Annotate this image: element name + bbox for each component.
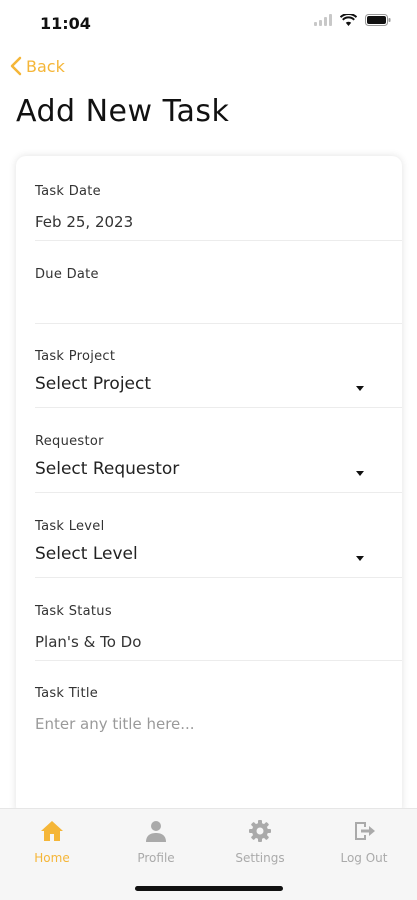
- task-title-input[interactable]: Enter any title here...: [35, 715, 402, 733]
- tab-profile-label: Profile: [137, 851, 175, 865]
- person-icon: [146, 821, 166, 842]
- tab-profile[interactable]: Profile: [104, 819, 208, 865]
- page-title: Add New Task: [16, 94, 230, 129]
- requestor-select[interactable]: Requestor Select Requestor: [35, 434, 402, 493]
- dropdown-caret-icon: [356, 471, 364, 476]
- due-date-field[interactable]: Due Date: [35, 267, 402, 324]
- requestor-label: Requestor: [35, 434, 104, 449]
- task-level-label: Task Level: [35, 519, 105, 534]
- status-time: 11:04: [40, 14, 91, 33]
- battery-icon: [365, 14, 391, 26]
- task-status-label: Task Status: [35, 604, 112, 619]
- task-title-label: Task Title: [35, 686, 99, 701]
- due-date-label: Due Date: [35, 267, 99, 282]
- wifi-icon: [340, 14, 357, 26]
- dropdown-caret-icon: [356, 386, 364, 391]
- task-status-field[interactable]: Task Status Plan's & To Do: [35, 604, 402, 661]
- gear-icon: [249, 820, 271, 842]
- home-icon: [41, 821, 63, 841]
- back-label: Back: [26, 56, 65, 76]
- tab-home-label: Home: [34, 851, 70, 865]
- dropdown-caret-icon: [356, 556, 364, 561]
- task-project-label: Task Project: [35, 349, 116, 364]
- status-icons: [314, 14, 391, 26]
- home-indicator: [135, 886, 283, 891]
- signal-icon: [314, 14, 332, 26]
- logout-icon: [355, 822, 375, 840]
- chevron-left-icon: [10, 56, 22, 76]
- task-level-value: Select Level: [35, 544, 138, 564]
- task-project-select[interactable]: Task Project Select Project: [35, 349, 402, 408]
- task-status-value: Plan's & To Do: [35, 633, 142, 651]
- task-project-value: Select Project: [35, 374, 152, 394]
- task-level-select[interactable]: Task Level Select Level: [35, 519, 402, 578]
- task-form-card: Task Date Feb 25, 2023 Due Date Task Pro…: [16, 156, 402, 816]
- tab-settings[interactable]: Settings: [208, 819, 312, 865]
- tab-logout[interactable]: Log Out: [312, 819, 416, 865]
- tab-logout-label: Log Out: [340, 851, 388, 865]
- task-date-label: Task Date: [35, 184, 101, 199]
- requestor-value: Select Requestor: [35, 459, 180, 479]
- tab-home[interactable]: Home: [0, 819, 104, 865]
- task-date-field[interactable]: Task Date Feb 25, 2023: [35, 184, 402, 241]
- task-date-value: Feb 25, 2023: [35, 213, 134, 231]
- status-bar: 11:04: [0, 0, 417, 46]
- task-title-field[interactable]: Task Title Enter any title here...: [35, 686, 402, 766]
- back-button[interactable]: Back: [10, 56, 65, 76]
- tab-settings-label: Settings: [235, 851, 285, 865]
